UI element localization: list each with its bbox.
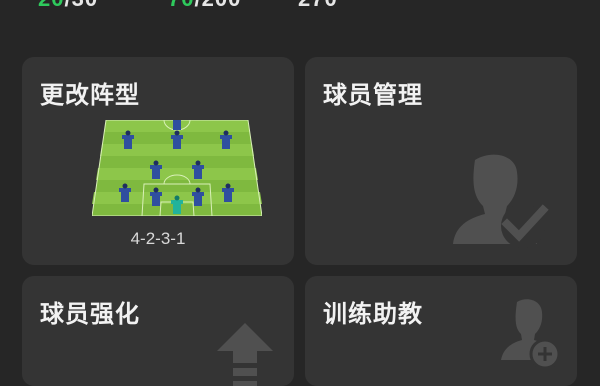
top-stats-bar: 20/30 70/200 270 bbox=[0, 0, 600, 16]
stat-1: 20/30 bbox=[38, 0, 98, 12]
change-formation-title: 更改阵型 bbox=[40, 81, 140, 109]
coach-title: 训练助教 bbox=[323, 300, 423, 328]
stat-2-current: 70 bbox=[168, 0, 194, 11]
stat-1-total: /30 bbox=[64, 0, 98, 11]
stat-2-total: /200 bbox=[194, 0, 241, 11]
stat-1-current: 20 bbox=[38, 0, 64, 11]
stat-2: 70/200 bbox=[168, 0, 241, 12]
stat-3: 270 bbox=[298, 0, 338, 12]
coach-card[interactable]: 训练助教 bbox=[305, 276, 577, 386]
person-plus-icon bbox=[501, 299, 561, 368]
stat-3-value: 270 bbox=[298, 0, 338, 11]
change-formation-card[interactable]: 更改阵型 4-2-3-1 bbox=[22, 57, 294, 265]
formation-pitch bbox=[92, 120, 262, 216]
person-check-icon bbox=[453, 154, 549, 248]
player-management-title: 球员管理 bbox=[323, 81, 423, 109]
player-enhance-card[interactable]: 球员强化 bbox=[22, 276, 294, 386]
player-management-card[interactable]: 球员管理 bbox=[305, 57, 577, 265]
player-enhance-title: 球员强化 bbox=[40, 300, 140, 328]
upgrade-arrow-icon bbox=[217, 323, 273, 386]
formation-label: 4-2-3-1 bbox=[130, 229, 186, 248]
